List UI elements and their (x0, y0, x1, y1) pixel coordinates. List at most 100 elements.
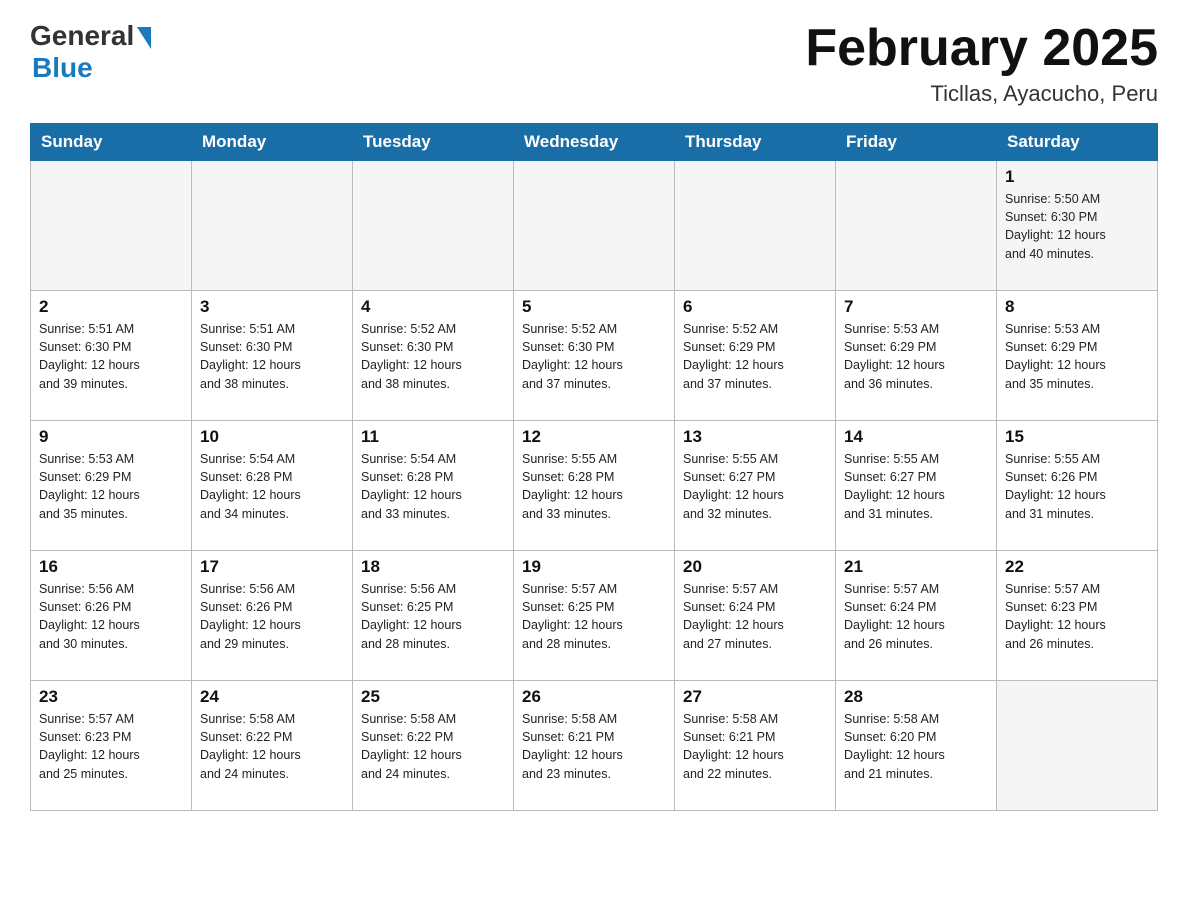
calendar-cell-w2-d1: 2 Sunrise: 5:51 AMSunset: 6:30 PMDaylight… (31, 291, 192, 421)
logo-general-text: General (30, 20, 134, 52)
week-row-2: 2 Sunrise: 5:51 AMSunset: 6:30 PMDaylight… (31, 291, 1158, 421)
day-info-23: Sunrise: 5:57 AMSunset: 6:23 PMDaylight:… (39, 710, 183, 783)
day-info-19: Sunrise: 5:57 AMSunset: 6:25 PMDaylight:… (522, 580, 666, 653)
week-row-1: 1 Sunrise: 5:50 AMSunset: 6:30 PMDaylight… (31, 161, 1158, 291)
logo: General Blue (30, 20, 151, 84)
calendar-cell-w3-d4: 12 Sunrise: 5:55 AMSunset: 6:28 PMDayligh… (514, 421, 675, 551)
day-number-12: 12 (522, 427, 666, 447)
title-section: February 2025 Ticllas, Ayacucho, Peru (805, 20, 1158, 107)
calendar-cell-w4-d6: 21 Sunrise: 5:57 AMSunset: 6:24 PMDayligh… (836, 551, 997, 681)
day-info-9: Sunrise: 5:53 AMSunset: 6:29 PMDaylight:… (39, 450, 183, 523)
page-header: General Blue February 2025 Ticllas, Ayac… (30, 20, 1158, 107)
day-info-15: Sunrise: 5:55 AMSunset: 6:26 PMDaylight:… (1005, 450, 1149, 523)
header-thursday: Thursday (675, 124, 836, 161)
calendar-cell-w4-d7: 22 Sunrise: 5:57 AMSunset: 6:23 PMDayligh… (997, 551, 1158, 681)
calendar-cell-w3-d2: 10 Sunrise: 5:54 AMSunset: 6:28 PMDayligh… (192, 421, 353, 551)
calendar-cell-w2-d7: 8 Sunrise: 5:53 AMSunset: 6:29 PMDaylight… (997, 291, 1158, 421)
calendar-cell-w5-d1: 23 Sunrise: 5:57 AMSunset: 6:23 PMDayligh… (31, 681, 192, 811)
day-number-10: 10 (200, 427, 344, 447)
logo-triangle-icon (137, 27, 151, 49)
day-info-8: Sunrise: 5:53 AMSunset: 6:29 PMDaylight:… (1005, 320, 1149, 393)
calendar-cell-w4-d4: 19 Sunrise: 5:57 AMSunset: 6:25 PMDayligh… (514, 551, 675, 681)
day-info-22: Sunrise: 5:57 AMSunset: 6:23 PMDaylight:… (1005, 580, 1149, 653)
day-number-19: 19 (522, 557, 666, 577)
day-number-15: 15 (1005, 427, 1149, 447)
calendar-cell-w3-d5: 13 Sunrise: 5:55 AMSunset: 6:27 PMDayligh… (675, 421, 836, 551)
calendar-cell-w1-d1 (31, 161, 192, 291)
day-number-18: 18 (361, 557, 505, 577)
day-number-13: 13 (683, 427, 827, 447)
calendar-cell-w3-d6: 14 Sunrise: 5:55 AMSunset: 6:27 PMDayligh… (836, 421, 997, 551)
day-number-3: 3 (200, 297, 344, 317)
day-info-13: Sunrise: 5:55 AMSunset: 6:27 PMDaylight:… (683, 450, 827, 523)
calendar-cell-w5-d5: 27Sunrise: 5:58 AMSunset: 6:21 PMDayligh… (675, 681, 836, 811)
calendar-cell-w2-d2: 3Sunrise: 5:51 AMSunset: 6:30 PMDaylight… (192, 291, 353, 421)
calendar-cell-w5-d7 (997, 681, 1158, 811)
calendar-cell-w1-d2 (192, 161, 353, 291)
day-info-14: Sunrise: 5:55 AMSunset: 6:27 PMDaylight:… (844, 450, 988, 523)
day-info-4: Sunrise: 5:52 AMSunset: 6:30 PMDaylight:… (361, 320, 505, 393)
day-number-1: 1 (1005, 167, 1149, 187)
calendar-cell-w1-d5 (675, 161, 836, 291)
header-monday: Monday (192, 124, 353, 161)
month-title: February 2025 (805, 20, 1158, 77)
day-info-1: Sunrise: 5:50 AMSunset: 6:30 PMDaylight:… (1005, 190, 1149, 263)
day-info-2: Sunrise: 5:51 AMSunset: 6:30 PMDaylight:… (39, 320, 183, 393)
calendar-cell-w2-d3: 4Sunrise: 5:52 AMSunset: 6:30 PMDaylight… (353, 291, 514, 421)
header-wednesday: Wednesday (514, 124, 675, 161)
day-number-28: 28 (844, 687, 988, 707)
calendar-cell-w5-d3: 25 Sunrise: 5:58 AMSunset: 6:22 PMDayligh… (353, 681, 514, 811)
day-info-21: Sunrise: 5:57 AMSunset: 6:24 PMDaylight:… (844, 580, 988, 653)
calendar-cell-w5-d4: 26Sunrise: 5:58 AMSunset: 6:21 PMDayligh… (514, 681, 675, 811)
day-number-11: 11 (361, 427, 505, 447)
day-number-17: 17 (200, 557, 344, 577)
day-info-10: Sunrise: 5:54 AMSunset: 6:28 PMDaylight:… (200, 450, 344, 523)
header-friday: Friday (836, 124, 997, 161)
day-number-14: 14 (844, 427, 988, 447)
calendar-cell-w2-d6: 7 Sunrise: 5:53 AMSunset: 6:29 PMDaylight… (836, 291, 997, 421)
day-number-21: 21 (844, 557, 988, 577)
header-tuesday: Tuesday (353, 124, 514, 161)
day-number-24: 24 (200, 687, 344, 707)
day-number-22: 22 (1005, 557, 1149, 577)
logo-blue-text: Blue (32, 52, 93, 84)
calendar-cell-w4-d2: 17 Sunrise: 5:56 AMSunset: 6:26 PMDayligh… (192, 551, 353, 681)
location-text: Ticllas, Ayacucho, Peru (805, 81, 1158, 107)
day-number-7: 7 (844, 297, 988, 317)
day-number-16: 16 (39, 557, 183, 577)
day-number-9: 9 (39, 427, 183, 447)
calendar-cell-w1-d7: 1 Sunrise: 5:50 AMSunset: 6:30 PMDaylight… (997, 161, 1158, 291)
calendar-cell-w2-d4: 5Sunrise: 5:52 AMSunset: 6:30 PMDaylight… (514, 291, 675, 421)
week-row-3: 9 Sunrise: 5:53 AMSunset: 6:29 PMDaylight… (31, 421, 1158, 551)
calendar-cell-w2-d5: 6 Sunrise: 5:52 AMSunset: 6:29 PMDaylight… (675, 291, 836, 421)
calendar-cell-w1-d6 (836, 161, 997, 291)
day-number-2: 2 (39, 297, 183, 317)
day-number-26: 26 (522, 687, 666, 707)
logo-top: General (30, 20, 151, 52)
day-number-8: 8 (1005, 297, 1149, 317)
calendar-cell-w1-d4 (514, 161, 675, 291)
week-row-4: 16 Sunrise: 5:56 AMSunset: 6:26 PMDayligh… (31, 551, 1158, 681)
calendar-cell-w3-d1: 9 Sunrise: 5:53 AMSunset: 6:29 PMDaylight… (31, 421, 192, 551)
day-info-7: Sunrise: 5:53 AMSunset: 6:29 PMDaylight:… (844, 320, 988, 393)
day-number-6: 6 (683, 297, 827, 317)
day-info-6: Sunrise: 5:52 AMSunset: 6:29 PMDaylight:… (683, 320, 827, 393)
calendar-cell-w4-d5: 20Sunrise: 5:57 AMSunset: 6:24 PMDayligh… (675, 551, 836, 681)
day-info-24: Sunrise: 5:58 AMSunset: 6:22 PMDaylight:… (200, 710, 344, 783)
day-info-25: Sunrise: 5:58 AMSunset: 6:22 PMDaylight:… (361, 710, 505, 783)
header-sunday: Sunday (31, 124, 192, 161)
week-row-5: 23 Sunrise: 5:57 AMSunset: 6:23 PMDayligh… (31, 681, 1158, 811)
calendar-cell-w4-d1: 16 Sunrise: 5:56 AMSunset: 6:26 PMDayligh… (31, 551, 192, 681)
day-number-20: 20 (683, 557, 827, 577)
day-info-12: Sunrise: 5:55 AMSunset: 6:28 PMDaylight:… (522, 450, 666, 523)
calendar-cell-w1-d3 (353, 161, 514, 291)
calendar-cell-w3-d7: 15 Sunrise: 5:55 AMSunset: 6:26 PMDayligh… (997, 421, 1158, 551)
day-info-18: Sunrise: 5:56 AMSunset: 6:25 PMDaylight:… (361, 580, 505, 653)
day-info-16: Sunrise: 5:56 AMSunset: 6:26 PMDaylight:… (39, 580, 183, 653)
calendar-cell-w4-d3: 18 Sunrise: 5:56 AMSunset: 6:25 PMDayligh… (353, 551, 514, 681)
day-number-25: 25 (361, 687, 505, 707)
calendar-cell-w3-d3: 11Sunrise: 5:54 AMSunset: 6:28 PMDayligh… (353, 421, 514, 551)
day-info-28: Sunrise: 5:58 AMSunset: 6:20 PMDaylight:… (844, 710, 988, 783)
day-number-23: 23 (39, 687, 183, 707)
day-info-17: Sunrise: 5:56 AMSunset: 6:26 PMDaylight:… (200, 580, 344, 653)
